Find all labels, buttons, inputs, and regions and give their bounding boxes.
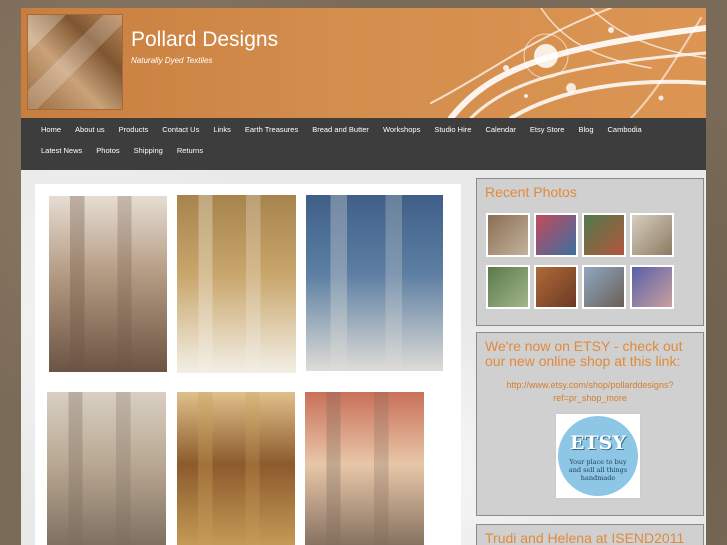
recent-photo-1[interactable] (486, 213, 530, 257)
nav-item-shipping[interactable]: Shipping (127, 146, 170, 155)
main-navigation: Home About us Products Contact Us Links Earth… (21, 118, 706, 170)
recent-photo-3[interactable] (582, 213, 626, 257)
recent-photo-7[interactable] (582, 265, 626, 309)
nav-item-products[interactable]: Products (112, 125, 156, 134)
nav-item-photos[interactable]: Photos (89, 146, 126, 155)
nav-item-links[interactable]: Links (206, 125, 238, 134)
nav-item-earth-treasures[interactable]: Earth Treasures (238, 125, 305, 134)
nav-row-primary: Home About us Products Contact Us Links Earth… (34, 118, 649, 140)
site-title[interactable]: Pollard Designs (131, 28, 278, 52)
recent-photo-4[interactable] (630, 213, 674, 257)
hanging-textiles-photo[interactable] (49, 196, 167, 372)
page-wrapper: Pollard Designs Naturally Dyed Textiles … (21, 8, 706, 545)
header-logo-image[interactable] (27, 14, 123, 110)
isend-widget-title[interactable]: Trudi and Helena at ISEND2011 (477, 525, 703, 545)
isend-widget: Trudi and Helena at ISEND2011 (476, 524, 704, 545)
nav-item-etsy-store[interactable]: Etsy Store (523, 125, 572, 134)
site-tagline: Naturally Dyed Textiles (131, 56, 213, 65)
recent-photo-8[interactable] (630, 265, 674, 309)
etsy-badge-word: ETSY (570, 432, 626, 454)
nav-item-contact-us[interactable]: Contact Us (155, 125, 206, 134)
header-swirl-decoration (430, 8, 706, 118)
nav-item-workshops[interactable]: Workshops (376, 125, 427, 134)
blue-knit-shawl-photo[interactable] (306, 195, 443, 371)
nav-item-calendar[interactable]: Calendar (478, 125, 522, 134)
etsy-shop-link[interactable]: http://www.etsy.com/shop/pollarddesigns?… (477, 377, 703, 407)
kimono-mannequin-photo[interactable] (305, 392, 424, 545)
etsy-badge-tagline: Your place to buy and sell all things ha… (568, 458, 628, 482)
nav-item-studio-hire[interactable]: Studio Hire (427, 125, 478, 134)
felted-scarf-photo[interactable] (177, 195, 296, 373)
recent-photo-5[interactable] (486, 265, 530, 309)
woman-cushions-photo[interactable] (177, 392, 295, 545)
nav-item-returns[interactable]: Returns (170, 146, 210, 155)
nav-item-cambodia[interactable]: Cambodia (601, 125, 649, 134)
content-area (35, 184, 461, 545)
site-header: Pollard Designs Naturally Dyed Textiles (21, 8, 706, 118)
nav-item-blog[interactable]: Blog (571, 125, 600, 134)
draped-garments-photo[interactable] (47, 392, 166, 545)
recent-photo-6[interactable] (534, 265, 578, 309)
recent-photos-widget: Recent Photos (476, 178, 704, 326)
etsy-widget: We're now on ETSY - check out our new on… (476, 332, 704, 516)
etsy-badge-image[interactable]: ETSY Your place to buy and sell all thin… (555, 413, 641, 499)
nav-item-about-us[interactable]: About us (68, 125, 112, 134)
etsy-badge-circle (558, 416, 638, 496)
nav-item-bread-and-butter[interactable]: Bread and Butter (305, 125, 376, 134)
nav-row-secondary: Latest News Photos Shipping Returns (34, 139, 210, 161)
nav-item-home[interactable]: Home (34, 125, 68, 134)
recent-photo-2[interactable] (534, 213, 578, 257)
etsy-widget-title: We're now on ETSY - check out our new on… (485, 338, 683, 369)
recent-photos-title[interactable]: Recent Photos (477, 179, 703, 204)
nav-item-latest-news[interactable]: Latest News (34, 146, 89, 155)
